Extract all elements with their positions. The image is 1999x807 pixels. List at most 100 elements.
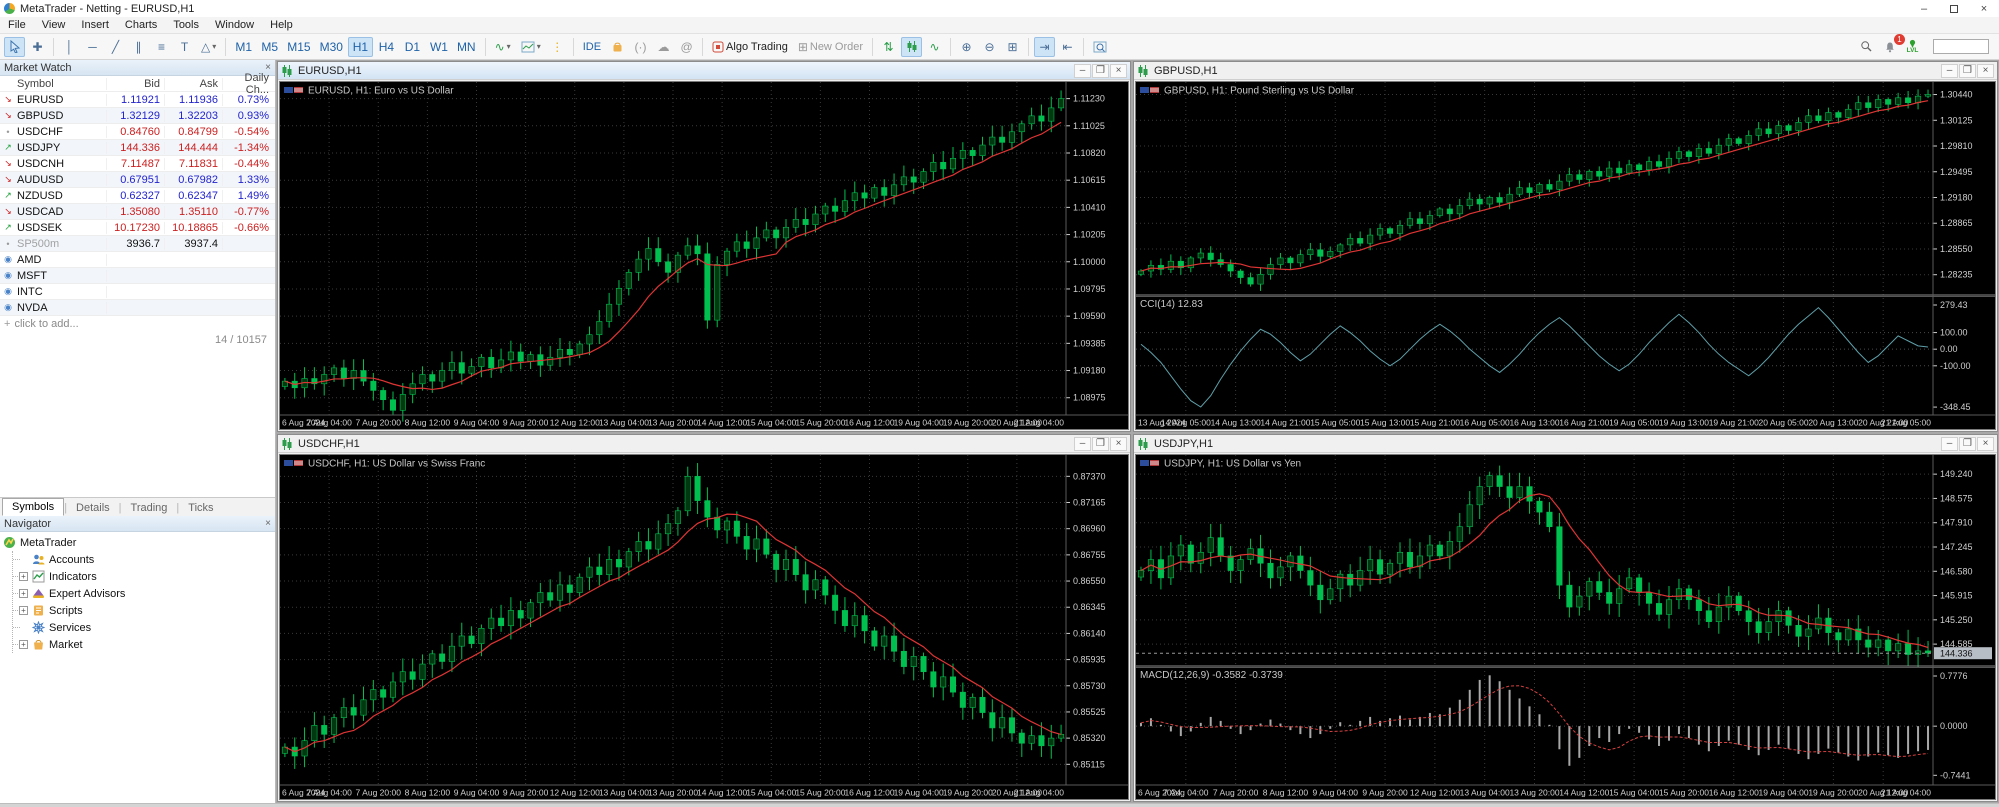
zoom-in-button[interactable]: ⊕ <box>956 37 977 57</box>
menu-tools[interactable]: Tools <box>165 19 207 31</box>
timeframe-h4[interactable]: H4 <box>374 37 399 57</box>
chart-minimize-button[interactable]: – <box>1941 63 1958 78</box>
chart-minimize-button[interactable]: – <box>1941 436 1958 451</box>
chart-minimize-button[interactable]: – <box>1074 436 1091 451</box>
window-close-button[interactable]: × <box>1969 0 1999 17</box>
timeframe-m15[interactable]: M15 <box>283 37 314 57</box>
chart-close-button[interactable]: × <box>1110 63 1127 78</box>
candlestick-view-button[interactable] <box>901 36 923 57</box>
expand-icon[interactable]: + <box>19 606 28 615</box>
notifications-button[interactable]: 1 <box>1879 33 1905 57</box>
market-watch-row-intc[interactable]: ◉ INTC <box>0 284 275 300</box>
objects-dots-button[interactable]: ⋮ <box>547 37 568 57</box>
chart-window-usdchf[interactable]: USDCHF,H1 – ❐ × 0.87370 0.87165 0.86960 0.8… <box>277 434 1131 802</box>
market-watch-row-msft[interactable]: ◉ MSFT <box>0 268 275 284</box>
sort-button[interactable]: ⇅ <box>878 37 899 57</box>
menu-charts[interactable]: Charts <box>117 19 165 31</box>
chart-canvas[interactable]: 0.87370 0.87165 0.86960 0.86755 0.86550 0.863… <box>279 454 1129 800</box>
column-bid[interactable]: Bid <box>107 77 165 90</box>
fibonacci-tool-button[interactable]: ≡ <box>151 37 172 57</box>
chart-maximize-button[interactable]: ❐ <box>1092 436 1109 451</box>
tile-windows-button[interactable]: ⊞ <box>1002 37 1023 57</box>
timeframe-d1[interactable]: D1 <box>400 37 425 57</box>
chart-close-button[interactable]: × <box>1110 436 1127 451</box>
search-button[interactable] <box>1856 37 1877 57</box>
horizontal-line-tool-button[interactable]: ─ <box>82 37 103 57</box>
sidebar-item-scripts[interactable]: + Scripts <box>13 602 275 619</box>
market-watch-add-row[interactable]: + click to add... <box>0 316 275 332</box>
vertical-line-tool-button[interactable]: │ <box>59 37 80 57</box>
chart-window-gbpusd[interactable]: GBPUSD,H1 – ❐ × 1.30440 1.30125 1.29810 1.2… <box>1133 61 1998 432</box>
menu-help[interactable]: Help <box>262 19 301 31</box>
chart-maximize-button[interactable]: ❐ <box>1959 63 1976 78</box>
tab-trading[interactable]: Trading <box>122 500 177 516</box>
sidebar-item-market[interactable]: + Market <box>13 636 275 653</box>
navigator-close-icon[interactable]: × <box>265 518 271 529</box>
signals-button[interactable]: (·) <box>630 37 651 57</box>
chart-titlebar[interactable]: USDCHF,H1 – ❐ × <box>278 435 1130 453</box>
chart-canvas[interactable]: 1.11230 1.11025 1.10820 1.10615 1.10410 1.102… <box>279 81 1129 430</box>
market-watch-row-audusd[interactable]: ↘ AUDUSD 0.67951 0.67982 1.33% <box>0 172 275 188</box>
channel-tool-button[interactable]: ∥ <box>128 37 149 57</box>
menu-file[interactable]: File <box>0 19 34 31</box>
market-store-button[interactable] <box>607 37 628 57</box>
navigator-root[interactable]: MetaTrader <box>3 534 275 551</box>
timeframe-m5[interactable]: M5 <box>257 37 282 57</box>
expand-icon[interactable]: + <box>19 589 28 598</box>
sidebar-item-services[interactable]: Services <box>13 619 275 636</box>
line-view-button[interactable]: ∿ <box>924 37 945 57</box>
market-watch-row-eurusd[interactable]: ↘ EURUSD 1.11921 1.11936 0.73% <box>0 92 275 108</box>
sidebar-item-expert-advisors[interactable]: + Expert Advisors <box>13 585 275 602</box>
chart-canvas[interactable]: 149.240 148.575 147.910 147.245 146.580 145.9… <box>1135 454 1996 800</box>
market-watch-row-usdjpy[interactable]: ↗ USDJPY 144.336 144.444 -1.34% <box>0 140 275 156</box>
market-watch-row-nzdusd[interactable]: ↗ NZDUSD 0.62327 0.62347 1.49% <box>0 188 275 204</box>
chart-canvas[interactable]: 1.30440 1.30125 1.29810 1.29495 1.29180 1.288… <box>1135 81 1996 430</box>
market-watch-row-nvda[interactable]: ◉ NVDA <box>0 300 275 316</box>
timeframe-w1[interactable]: W1 <box>426 37 452 57</box>
expand-icon[interactable]: + <box>19 640 28 649</box>
market-watch-row-sp500m[interactable]: • SP500m 3936.7 3937.4 <box>0 236 275 252</box>
cloud-button[interactable]: ☁ <box>653 37 674 57</box>
trendline-tool-button[interactable]: ╱ <box>105 37 126 57</box>
chart-window-usdjpy[interactable]: USDJPY,H1 – ❐ × 149.240 148.575 147.910 147… <box>1133 434 1998 802</box>
toolbar-quick-input[interactable] <box>1933 39 1989 54</box>
market-watch-column-header[interactable]: Symbol Bid Ask Daily Ch... <box>0 72 275 96</box>
menu-window[interactable]: Window <box>207 19 262 31</box>
column-ask[interactable]: Ask <box>165 77 223 90</box>
chart-maximize-button[interactable]: ❐ <box>1959 436 1976 451</box>
new-order-button[interactable]: ⊞ New Order <box>794 37 867 57</box>
text-tool-button[interactable]: T <box>174 37 195 57</box>
tab-symbols[interactable]: Symbols <box>2 498 65 516</box>
chart-maximize-button[interactable]: ❐ <box>1092 63 1109 78</box>
algo-trading-button[interactable]: Algo Trading <box>708 37 792 57</box>
crosshair-tool-button[interactable]: ✚ <box>27 37 48 57</box>
chart-close-button[interactable]: × <box>1977 436 1994 451</box>
indicators-button[interactable]: ▾ <box>517 37 545 57</box>
tab-details[interactable]: Details <box>67 500 119 516</box>
expand-icon[interactable]: + <box>19 572 28 581</box>
column-symbol[interactable]: Symbol <box>16 77 107 90</box>
sidebar-item-indicators[interactable]: + Indicators <box>13 568 275 585</box>
market-watch-row-usdsek[interactable]: ↗ USDSEK 10.17230 10.18865 -0.66% <box>0 220 275 236</box>
shapes-tool-button[interactable]: △ ▾ <box>197 37 220 57</box>
window-restore-button[interactable] <box>1939 0 1969 17</box>
chart-window-eurusd[interactable]: EURUSD,H1 – ❐ × 1.11230 1.11025 1.10820 1.1… <box>277 61 1131 432</box>
tab-ticks[interactable]: Ticks <box>179 500 222 516</box>
chart-minimize-button[interactable]: – <box>1074 63 1091 78</box>
zoom-out-button[interactable]: ⊖ <box>979 37 1000 57</box>
chart-titlebar[interactable]: GBPUSD,H1 – ❐ × <box>1134 62 1997 80</box>
market-watch-row-usdchf[interactable]: • USDCHF 0.84760 0.84799 -0.54% <box>0 124 275 140</box>
market-watch-row-gbpusd[interactable]: ↘ GBPUSD 1.32129 1.32203 0.93% <box>0 108 275 124</box>
account-level-button[interactable]: LVL <box>1902 37 1923 57</box>
auto-scroll-button[interactable]: ⇤ <box>1057 37 1078 57</box>
ide-button[interactable]: IDE <box>579 37 605 57</box>
timeframe-m1[interactable]: M1 <box>231 37 256 57</box>
chart-shift-button[interactable]: ⇥ <box>1034 36 1056 57</box>
market-watch-row-usdcad[interactable]: ↘ USDCAD 1.35080 1.35110 -0.77% <box>0 204 275 220</box>
chart-profile-button[interactable] <box>1089 37 1111 57</box>
window-minimize-button[interactable]: – <box>1909 0 1939 17</box>
object-list-button[interactable]: ∿ ▾ <box>491 37 515 57</box>
cursor-tool-button[interactable] <box>4 36 25 57</box>
timeframe-m30[interactable]: M30 <box>316 37 347 57</box>
timeframe-mn[interactable]: MN <box>453 37 480 57</box>
